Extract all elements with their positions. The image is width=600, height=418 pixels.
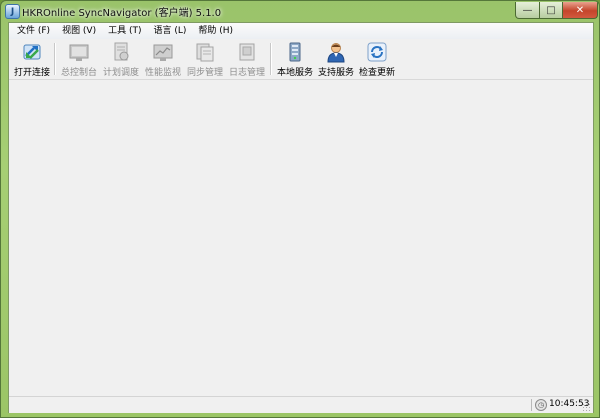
- check-update-label: 检查更新: [358, 68, 395, 78]
- close-button[interactable]: ✕: [562, 2, 598, 19]
- support-service-label: 支持服务: [317, 68, 354, 78]
- support-person-icon: [327, 43, 345, 63]
- performance-label: 性能监视: [144, 68, 181, 78]
- window-title: HKROnline SyncNavigator (客户端) 5.1.0: [22, 8, 222, 19]
- refresh-icon: [367, 42, 387, 62]
- app-window: J HKROnline SyncNavigator (客户端) 5.1.0 — …: [0, 0, 600, 418]
- schedule-doc-icon: [114, 42, 129, 61]
- menu-file[interactable]: 文件 (F): [9, 23, 56, 39]
- connect-arrows-icon: [23, 44, 41, 60]
- log-manage-label: 日志管理: [228, 68, 265, 78]
- app-icon: J: [5, 4, 20, 19]
- menu-help[interactable]: 帮助 (H): [192, 23, 239, 39]
- menu-view[interactable]: 视图 (V): [56, 23, 102, 39]
- support-service-button[interactable]: 支持服务: [316, 40, 356, 78]
- log-manage-button[interactable]: 日志管理: [227, 40, 267, 78]
- sync-doc-icon: [196, 43, 214, 62]
- open-connection-label: 打开连接: [13, 68, 50, 78]
- server-icon: [289, 42, 301, 62]
- toolbar-separator: [270, 43, 272, 75]
- chart-monitor-icon: [153, 44, 173, 61]
- resize-grip[interactable]: [582, 403, 591, 412]
- title-bar[interactable]: J HKROnline SyncNavigator (客户端) 5.1.0 — …: [1, 1, 599, 21]
- sync-manage-label: 同步管理: [186, 68, 223, 78]
- console-label: 总控制台: [60, 68, 97, 78]
- maximize-button[interactable]: □: [539, 2, 563, 19]
- toolbar: 打开连接 总控制台 计划调度 性能监视 同步管理 日志管理 本地服务 支持服务 …: [9, 39, 593, 80]
- check-update-button[interactable]: 检查更新: [357, 40, 397, 78]
- schedule-button[interactable]: 计划调度: [101, 40, 141, 78]
- log-doc-icon: [239, 43, 255, 61]
- console-button[interactable]: 总控制台: [59, 40, 99, 78]
- menu-bar: 文件 (F) 视图 (V) 工具 (T) 语言 (L) 帮助 (H): [9, 23, 593, 39]
- open-connection-button[interactable]: 打开连接: [12, 40, 52, 78]
- sync-manage-button[interactable]: 同步管理: [185, 40, 225, 78]
- minimize-button[interactable]: —: [515, 2, 540, 19]
- local-service-label: 本地服务: [276, 68, 313, 78]
- status-bar: ◷ 10:45:53: [9, 396, 593, 413]
- client-area: 文件 (F) 视图 (V) 工具 (T) 语言 (L) 帮助 (H) 打开连接: [8, 22, 594, 413]
- local-service-button[interactable]: 本地服务: [275, 40, 315, 78]
- menu-language[interactable]: 语言 (L): [148, 23, 193, 39]
- toolbar-separator: [54, 43, 56, 75]
- monitor-icon: [69, 44, 89, 61]
- clock-icon: ◷: [535, 399, 547, 411]
- performance-button[interactable]: 性能监视: [143, 40, 183, 78]
- menu-tools[interactable]: 工具 (T): [102, 23, 147, 39]
- schedule-label: 计划调度: [102, 68, 139, 78]
- workspace: [9, 80, 593, 396]
- status-separator: [531, 399, 532, 411]
